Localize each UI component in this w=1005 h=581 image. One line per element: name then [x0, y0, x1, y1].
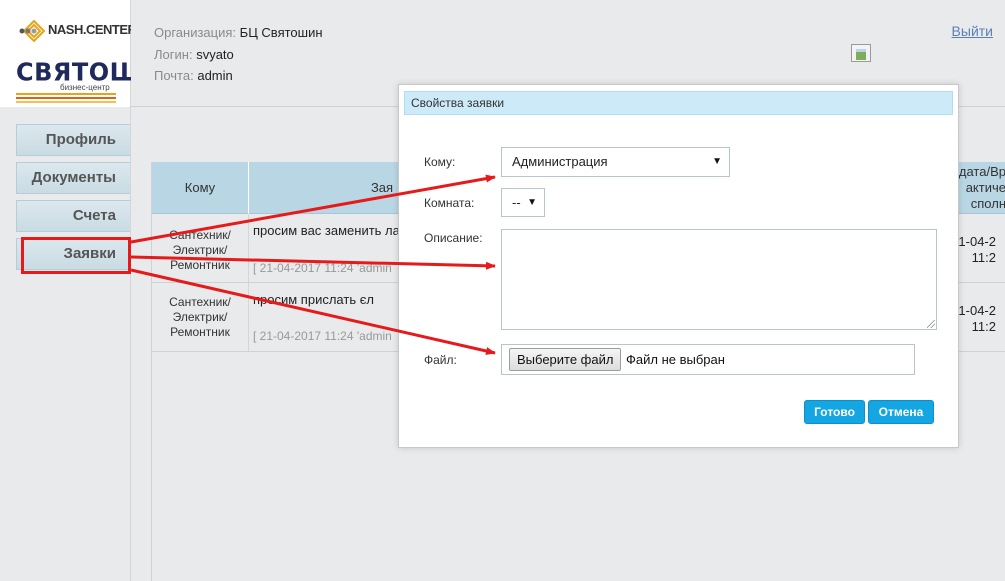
login-info: Логин: svyato: [154, 47, 234, 62]
room-select-value: --: [512, 195, 521, 210]
description-label: Описание:: [424, 231, 483, 245]
logo-stripes: [16, 93, 116, 105]
mail-info: Почта: admin: [154, 68, 233, 83]
resize-grip-icon[interactable]: [927, 320, 935, 328]
cell-description: просим вас заменить ла: [253, 223, 400, 238]
cell-recipient-line: Сантехник/: [169, 228, 231, 242]
chevron-down-icon: ▼: [527, 197, 537, 208]
logo-stripe: [16, 97, 116, 99]
mail-label: Почта:: [154, 68, 194, 83]
logo: NASH.CENTER СВЯТОШИН бизнес-центр: [0, 0, 180, 107]
choose-file-button[interactable]: Выберите файл: [509, 348, 622, 371]
sidebar-item-invoices[interactable]: Счета: [16, 200, 130, 232]
dialog-title: Свойства заявки: [404, 91, 953, 115]
description-textarea[interactable]: [501, 229, 937, 330]
cell-recipient: Сантехник/ Электрик/ Ремонтник: [152, 228, 248, 273]
cell-recipient-line: Электрик/: [172, 310, 228, 324]
sidebar-item-documents[interactable]: Документы: [16, 162, 130, 194]
logo-brand-sub: бизнес-центр: [60, 83, 110, 92]
cell-meta: [ 21-04-2017 11:24 'admin: [253, 261, 392, 275]
org-info: Организация: БЦ Святошин: [154, 25, 323, 40]
cell-recipient: Сантехник/ Электрик/ Ремонтник: [152, 295, 248, 340]
room-label: Комната:: [424, 196, 475, 210]
logo-stripe: [16, 93, 116, 95]
request-properties-dialog: Свойства заявки Кому: Администрация ▼ Ко…: [398, 84, 959, 448]
login-label: Логин:: [154, 47, 193, 62]
file-status: Файл не выбран: [626, 352, 725, 367]
recipient-label: Кому:: [424, 155, 456, 169]
sidebar-item-profile[interactable]: Профиль: [16, 124, 130, 156]
file-input: Выберите файл Файл не выбран: [501, 344, 915, 375]
cell-recipient-line: Сантехник/: [169, 295, 231, 309]
recipient-select-value: Администрация: [512, 154, 608, 169]
header-divider: [248, 162, 249, 214]
cell-recipient-line: Ремонтник: [170, 258, 230, 272]
annotation-highlight-box: [21, 237, 131, 274]
cell-description: просим прислать єл: [253, 292, 374, 307]
org-label: Организация:: [154, 25, 237, 40]
logo-brand-top: NASH.CENTER: [48, 22, 137, 37]
cell-meta: [ 21-04-2017 11:24 'admin: [253, 329, 392, 343]
file-label: Файл:: [424, 353, 457, 367]
logout-link[interactable]: Выйти: [952, 23, 993, 39]
cancel-button[interactable]: Отмена: [868, 400, 934, 424]
mail-value: admin: [197, 68, 233, 83]
chevron-down-icon: ▼: [712, 156, 722, 167]
login-value: svyato: [196, 47, 234, 62]
done-button[interactable]: Готово: [804, 400, 865, 424]
org-value: БЦ Святошин: [239, 25, 323, 40]
room-select[interactable]: -- ▼: [501, 188, 545, 217]
broken-image-icon: [851, 44, 871, 62]
col-header-recipient[interactable]: Кому: [152, 162, 248, 214]
cell-recipient-line: Ремонтник: [170, 325, 230, 339]
recipient-select[interactable]: Администрация ▼: [501, 147, 730, 177]
cell-recipient-line: Электрик/: [172, 243, 228, 257]
logo-stripe: [16, 101, 116, 103]
logo-mark-icon: [19, 19, 46, 43]
